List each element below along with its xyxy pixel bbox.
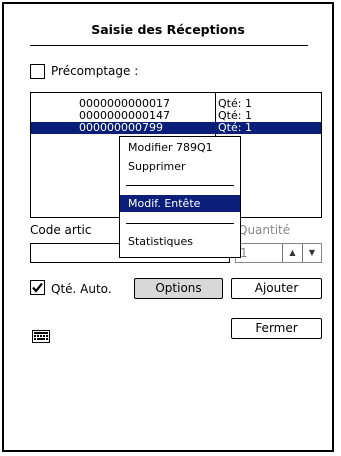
spin-up-icon[interactable]: ▲ <box>282 244 302 262</box>
quantite-value: 1 <box>240 246 248 260</box>
checkmark-icon <box>32 282 43 293</box>
menu-item-statistiques[interactable]: Statistiques <box>120 233 240 250</box>
item-qty: Qté: 1 <box>218 121 252 134</box>
keyboard-icon[interactable] <box>32 330 50 343</box>
window-title: Saisie des Réceptions <box>91 22 245 37</box>
item-code: 000000000799 <box>79 121 163 134</box>
ajouter-button[interactable]: Ajouter <box>231 278 322 299</box>
quantite-stepper[interactable]: 1 ▲ ▼ <box>235 243 322 263</box>
precomptage-label: Précomptage : <box>51 64 139 78</box>
menu-item-modif-entete[interactable]: Modif. Entête <box>120 195 240 212</box>
precomptage-checkbox[interactable] <box>30 64 45 79</box>
title-divider <box>30 45 308 46</box>
list-item-selected[interactable]: 000000000799 Qté: 1 <box>31 122 321 134</box>
menu-separator <box>126 185 234 186</box>
quantite-label: Quantité <box>238 223 291 237</box>
code-article-label: Code artic <box>30 223 92 237</box>
spin-down-icon[interactable]: ▼ <box>302 244 321 262</box>
menu-item-supprimer[interactable]: Supprimer <box>120 158 240 175</box>
qte-auto-checkbox[interactable] <box>30 280 45 295</box>
list-item[interactable]: 0000000000147 Qté: 1 <box>31 110 321 122</box>
qte-auto-label: Qté. Auto. <box>51 282 112 296</box>
options-button[interactable]: Options <box>134 278 223 299</box>
context-menu: Modifier 789Q1 Supprimer Modif. Entête S… <box>119 136 241 258</box>
menu-item-modifier[interactable]: Modifier 789Q1 <box>120 139 240 156</box>
list-item[interactable]: 0000000000017 Qté: 1 <box>31 98 321 110</box>
application-window: Saisie des Réceptions Précomptage : 0000… <box>2 2 334 452</box>
fermer-button[interactable]: Fermer <box>231 318 322 339</box>
menu-separator <box>126 223 234 224</box>
